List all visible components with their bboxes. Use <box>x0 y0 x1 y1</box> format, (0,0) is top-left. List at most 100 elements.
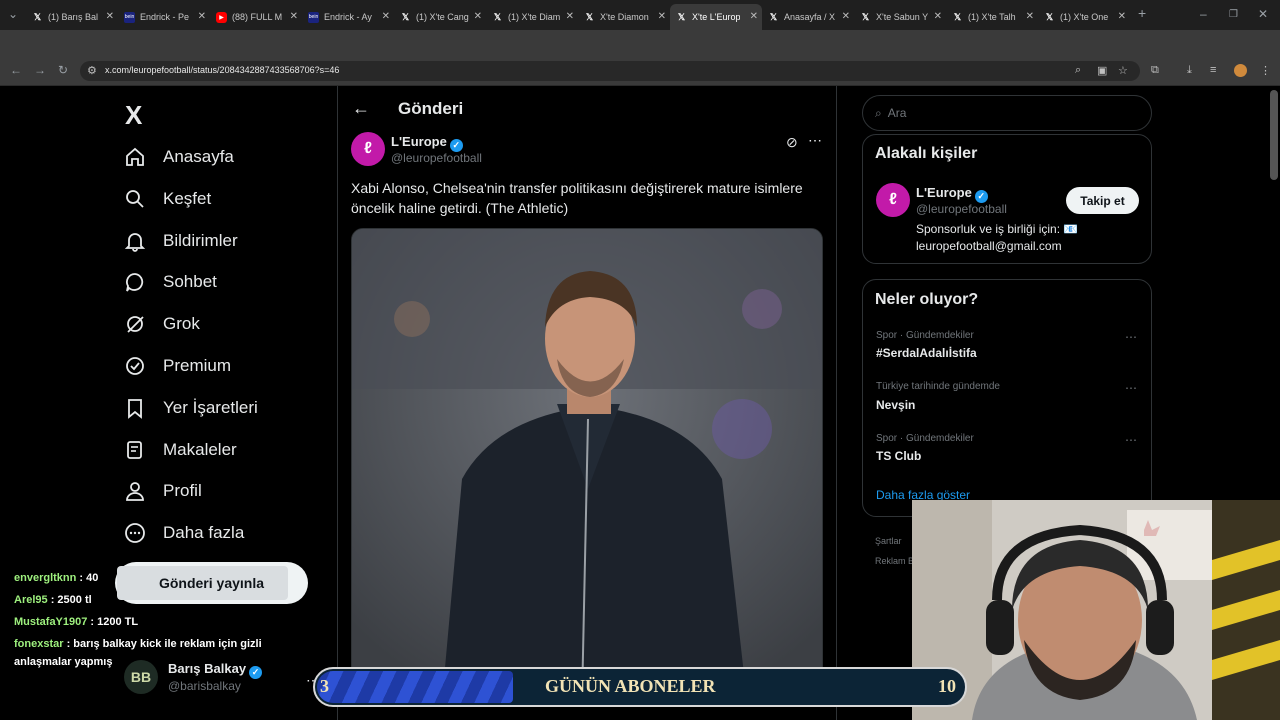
sidebar-item-notifications[interactable]: Bildirimler <box>124 224 238 258</box>
browser-tab[interactable]: 𝕏 X'te L'Europ ✕ <box>670 4 762 30</box>
sidebar-item-label: Keşfet <box>163 189 212 208</box>
site-info-icon[interactable]: ⚙ <box>87 64 97 77</box>
relevant-name[interactable]: L'Europe ✓ <box>916 185 988 203</box>
sidebar-item-articles[interactable]: Makaleler <box>124 433 237 467</box>
search-input[interactable]: ⌕ Ara <box>862 95 1152 131</box>
browser-tab[interactable]: 𝕏 (1) X'te Talh ✕ <box>946 4 1038 30</box>
chat-text: : 40 <box>76 572 99 584</box>
author-handle[interactable]: @leuropefootball <box>391 151 482 165</box>
tab-title: Endrick - Pe <box>140 12 190 22</box>
author-name-text[interactable]: L'Europe <box>391 134 447 149</box>
tab-title: (1) X'te Talh <box>968 12 1016 22</box>
reload-icon[interactable]: ↻ <box>58 63 68 77</box>
browser-tab[interactable]: 𝕏 (1) X'te One ✕ <box>1038 4 1130 30</box>
tab-close-icon[interactable]: ✕ <box>290 11 298 22</box>
tab-close-icon[interactable]: ✕ <box>474 11 482 22</box>
sidebar-item-grok[interactable]: Grok <box>124 307 200 341</box>
author-name[interactable]: L'Europe ✓ <box>391 134 463 152</box>
bell-icon <box>124 230 146 252</box>
menu-icon[interactable]: ⋮ <box>1260 64 1271 77</box>
sidebar-item-home[interactable]: Anasayfa <box>124 140 234 174</box>
trend-name[interactable]: TS Club <box>876 449 921 463</box>
media-icon[interactable]: ≡ <box>1210 64 1216 76</box>
tab-close-icon[interactable]: ✕ <box>198 11 206 22</box>
browser-tab[interactable]: bein Endrick - Ay ✕ <box>302 4 394 30</box>
browser-tab[interactable]: bein Endrick - Pe ✕ <box>118 4 210 30</box>
install-icon[interactable]: ▣ <box>1097 64 1107 77</box>
back-icon[interactable]: ← <box>10 63 22 77</box>
browser-tab[interactable]: ▶ (88) FULL M ✕ <box>210 4 302 30</box>
tab-close-icon[interactable]: ✕ <box>658 11 666 22</box>
relevant-bio-email[interactable]: leuropefootball@gmail.com <box>916 239 1062 253</box>
new-tab-button[interactable]: + <box>1138 5 1146 21</box>
relevant-title: Alakalı kişiler <box>875 145 978 162</box>
relevant-name-text[interactable]: L'Europe <box>916 185 972 200</box>
trend-more-icon[interactable]: ⋯ <box>1125 330 1137 344</box>
trends-title: Neler oluyor? <box>875 291 979 308</box>
more-icon <box>124 522 146 544</box>
bookmark-star-icon[interactable]: ☆ <box>1118 64 1128 77</box>
chat-user: Arel95 <box>14 594 48 606</box>
url-text[interactable]: x.com/leuropefootball/status/20843428874… <box>105 65 339 75</box>
minimize-icon[interactable]: – <box>1200 7 1207 21</box>
post-more-icon[interactable]: ⋯ <box>808 132 822 149</box>
follow-button[interactable]: Takip et <box>1066 187 1139 214</box>
browser-profile-avatar[interactable] <box>1234 64 1247 77</box>
download-icon[interactable]: ⤓ <box>1187 64 1192 77</box>
back-arrow-icon[interactable]: ← <box>352 98 370 119</box>
tab-close-icon[interactable]: ✕ <box>566 11 574 22</box>
footer-link[interactable]: Şartlar <box>875 536 902 546</box>
sidebar-item-bookmarks[interactable]: Yer İşaretleri <box>124 391 258 425</box>
sidebar-item-label: Yer İşaretleri <box>163 398 258 417</box>
tab-close-icon[interactable]: ✕ <box>1118 11 1126 22</box>
sidebar-item-explore[interactable]: Keşfet <box>124 182 211 216</box>
footer-link[interactable]: Reklam B <box>875 556 914 566</box>
tab-close-icon[interactable]: ✕ <box>934 11 942 22</box>
trend-name[interactable]: Nevşin <box>876 398 915 412</box>
tab-close-icon[interactable]: ✕ <box>106 11 114 22</box>
grok-icon <box>124 313 146 335</box>
browser-tab[interactable]: 𝕏 X'te Diamon ✕ <box>578 4 670 30</box>
restore-icon[interactable]: ❐ <box>1229 9 1238 20</box>
extensions-icon[interactable]: ⧉ <box>1151 64 1159 77</box>
chat-text: : barış balkay kick ile reklam için gizl… <box>63 638 262 650</box>
browser-tab[interactable]: 𝕏 (1) X'te Cang ✕ <box>394 4 486 30</box>
sidebar-item-profile[interactable]: Profil <box>124 474 202 508</box>
chat-text: : 1200 TL <box>87 616 139 628</box>
post-button-label[interactable]: Gönderi yayınla <box>115 575 308 591</box>
trend-more-icon[interactable]: ⋯ <box>1125 381 1137 395</box>
x-logo-icon[interactable]: X <box>125 100 142 131</box>
tab-title: (88) FULL M <box>232 12 283 22</box>
sidebar-item-more[interactable]: Daha fazla <box>124 516 244 550</box>
tab-close-icon[interactable]: ✕ <box>842 11 850 22</box>
trend-more-icon[interactable]: ⋯ <box>1125 433 1137 447</box>
browser-tab[interactable]: 𝕏 X'te Sabun Y ✕ <box>854 4 946 30</box>
tab-close-icon[interactable]: ✕ <box>382 11 390 22</box>
post-image[interactable] <box>351 228 823 700</box>
x-favicon-icon: 𝕏 <box>769 11 778 22</box>
tab-search-icon[interactable]: ⌄ <box>8 7 18 21</box>
sidebar-item-premium[interactable]: Premium <box>124 349 231 383</box>
zoom-icon[interactable]: ⌕ <box>1075 64 1081 77</box>
author-avatar[interactable]: ℓ <box>351 132 385 166</box>
browser-tab[interactable]: 𝕏 Anasayfa / X ✕ <box>762 4 854 30</box>
close-window-icon[interactable]: ✕ <box>1258 7 1268 21</box>
account-switcher[interactable]: BB Barış Balkay ✓ @barisbalkay <box>124 660 263 694</box>
grok-explain-icon[interactable]: ⊘ <box>786 134 798 151</box>
article-icon <box>124 439 146 461</box>
tab-close-icon[interactable]: ✕ <box>1026 11 1034 22</box>
forward-icon[interactable]: → <box>34 63 46 77</box>
sidebar-item-chat[interactable]: Sohbet <box>124 265 217 299</box>
trend-name[interactable]: #SerdalAdalıİstifa <box>876 346 977 360</box>
tab-title: (1) X'te Cang <box>416 12 469 22</box>
relevant-avatar[interactable]: ℓ <box>876 183 910 217</box>
browser-tab[interactable]: 𝕏 (1) X'te Diam ✕ <box>486 4 578 30</box>
relevant-handle[interactable]: @leuropefootball <box>916 202 1007 216</box>
search-icon: ⌕ <box>875 105 882 120</box>
scrollbar[interactable] <box>1270 90 1278 180</box>
site-favicon-icon: bein <box>124 11 135 23</box>
x-favicon-icon: 𝕏 <box>861 11 870 22</box>
browser-tab[interactable]: 𝕏 (1) Barış Bal ✕ <box>26 4 118 30</box>
tab-close-icon[interactable]: ✕ <box>750 11 758 22</box>
banner-title: GÜNÜN ABONELER <box>545 676 716 696</box>
